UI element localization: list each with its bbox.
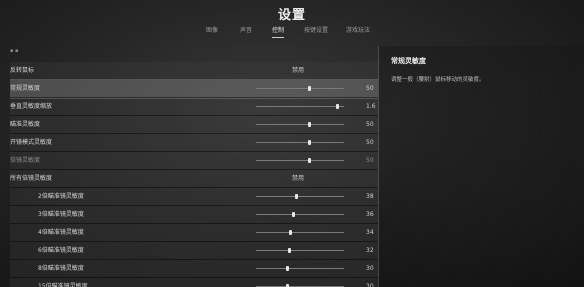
slider-knob[interactable] — [291, 212, 295, 217]
setting-label: 6倍瞄准镜灵敏度 — [38, 247, 84, 254]
setting-value: 50 — [366, 157, 374, 164]
tab-gameplay[interactable]: 游戏玩法 — [346, 25, 370, 37]
setting-value: 30 — [366, 283, 374, 287]
slider-track[interactable] — [256, 140, 344, 145]
slider-track[interactable] — [256, 86, 344, 91]
setting-value: 50 — [366, 139, 374, 146]
setting-label: 8倍瞄准镜灵敏度 — [38, 265, 84, 272]
setting-label: 所有倍镜灵敏度 — [10, 175, 53, 182]
setting-value: 34 — [366, 229, 374, 236]
setting-value: 30 — [366, 265, 374, 272]
slider-knob[interactable] — [285, 266, 289, 271]
detail-title: 常规灵敏度 — [391, 57, 426, 65]
slider-knob[interactable] — [287, 248, 291, 253]
setting-label: 2倍瞄准镜灵敏度 — [38, 193, 84, 200]
setting-label: 反转鼠标 — [10, 67, 35, 74]
setting-value: 50 — [366, 121, 374, 128]
slider-knob[interactable] — [307, 140, 311, 145]
setting-value: 36 — [366, 211, 374, 218]
setting-row[interactable]: 倍镜灵敏度 50 — [10, 152, 378, 170]
tab-graphics[interactable]: 图像 — [206, 25, 218, 37]
slider-track[interactable] — [256, 104, 344, 109]
setting-label: 开镜模式灵敏度 — [10, 139, 53, 146]
setting-row[interactable]: 6倍瞄准镜灵敏度 32 — [10, 242, 378, 260]
slider-track[interactable] — [256, 194, 344, 199]
setting-value: 50 — [366, 85, 374, 92]
setting-row[interactable]: 开镜模式灵敏度 50 — [10, 134, 378, 152]
slider-track[interactable] — [256, 230, 344, 235]
setting-label: 瞄准灵敏度 — [10, 121, 41, 128]
detail-description: 调整一般（腰射）鼠标移动的灵敏度。 — [391, 77, 485, 83]
slider-knob[interactable] — [289, 230, 293, 235]
slider-knob[interactable] — [307, 122, 311, 127]
settings-list: 反转鼠标 禁用 常规灵敏度 50 垂直灵敏度缩放 1.6 瞄准灵敏度 50 开镜模式灵敏度 50 倍… — [10, 62, 378, 287]
setting-option-value[interactable]: 禁用 — [292, 62, 304, 79]
slider-track[interactable] — [256, 122, 344, 127]
slider-knob[interactable] — [307, 158, 311, 163]
slider-knob[interactable] — [294, 194, 298, 199]
setting-row[interactable]: 垂直灵敏度缩放 1.6 — [10, 98, 378, 116]
setting-row[interactable]: 2倍瞄准镜灵敏度 38 — [10, 188, 378, 206]
setting-label: 倍镜灵敏度 — [10, 157, 41, 164]
setting-row[interactable]: 反转鼠标 禁用 — [10, 62, 378, 80]
slider-track[interactable] — [256, 158, 344, 163]
setting-row[interactable]: 常规灵敏度 50 — [10, 79, 378, 99]
setting-value: 1.6 — [366, 103, 376, 110]
slider-track[interactable] — [256, 212, 344, 217]
setting-row[interactable]: 所有倍镜灵敏度 禁用 — [10, 170, 378, 188]
setting-label: 4倍瞄准镜灵敏度 — [38, 229, 84, 236]
setting-label: 15倍瞄准镜灵敏度 — [38, 283, 88, 287]
setting-value: 32 — [366, 247, 374, 254]
setting-row[interactable]: 8倍瞄准镜灵敏度 30 — [10, 260, 378, 278]
slider-track[interactable] — [256, 266, 344, 271]
detail-panel: 常规灵敏度 调整一般（腰射）鼠标移动的灵敏度。 — [378, 46, 584, 287]
setting-row[interactable]: 瞄准灵敏度 50 — [10, 116, 378, 134]
slider-knob[interactable] — [335, 104, 339, 109]
section-marker: ▪ ▪ — [10, 48, 19, 54]
setting-row[interactable]: 3倍瞄准镜灵敏度 36 — [10, 206, 378, 224]
slider-knob[interactable] — [307, 86, 311, 91]
tab-controls[interactable]: 控制 — [272, 25, 285, 38]
setting-label: 垂直灵敏度缩放 — [10, 103, 53, 110]
setting-option-value[interactable]: 禁用 — [292, 170, 304, 187]
slider-track[interactable] — [256, 248, 344, 253]
tab-key-bindings[interactable]: 按键设置 — [304, 25, 328, 37]
page-title: 设置 — [277, 8, 306, 23]
setting-value: 38 — [366, 193, 374, 200]
settings-tabs: 图像 声音 控制 按键设置 游戏玩法 — [0, 25, 584, 38]
setting-label: 常规灵敏度 — [10, 85, 41, 92]
tab-sound[interactable]: 声音 — [240, 25, 252, 37]
setting-row[interactable]: 15倍瞄准镜灵敏度 30 — [10, 278, 378, 287]
setting-label: 3倍瞄准镜灵敏度 — [38, 211, 84, 218]
setting-row[interactable]: 4倍瞄准镜灵敏度 34 — [10, 224, 378, 242]
